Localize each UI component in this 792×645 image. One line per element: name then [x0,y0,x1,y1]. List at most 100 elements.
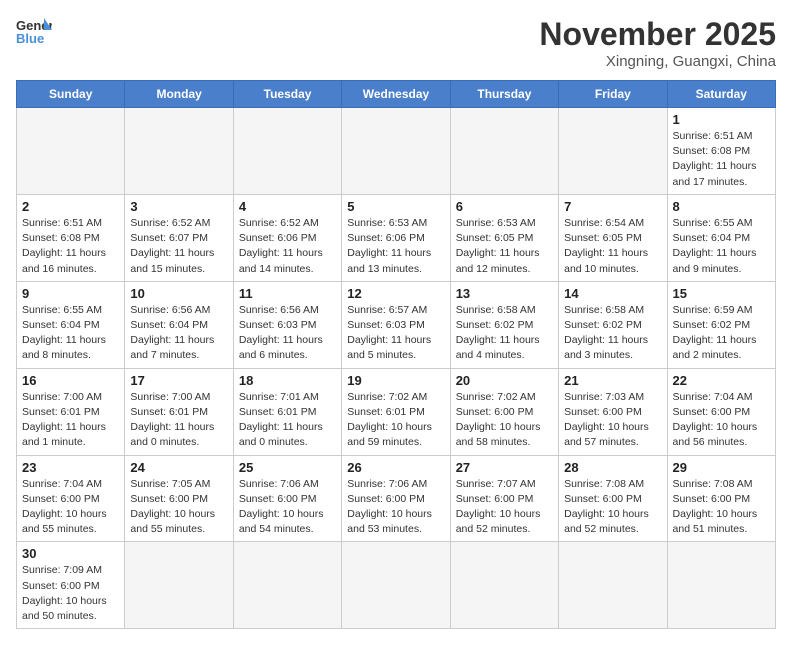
day-number: 8 [673,199,770,214]
day-number: 3 [130,199,227,214]
calendar-cell: 30Sunrise: 7:09 AM Sunset: 6:00 PM Dayli… [17,542,125,629]
weekday-header-friday: Friday [559,81,667,108]
calendar-cell [559,108,667,195]
calendar-cell: 12Sunrise: 6:57 AM Sunset: 6:03 PM Dayli… [342,281,450,368]
sun-info: Sunrise: 6:57 AM Sunset: 6:03 PM Dayligh… [347,303,444,364]
calendar-cell: 5Sunrise: 6:53 AM Sunset: 6:06 PM Daylig… [342,194,450,281]
calendar-cell [17,108,125,195]
location-subtitle: Xingning, Guangxi, China [539,53,776,70]
calendar-week-5: 23Sunrise: 7:04 AM Sunset: 6:00 PM Dayli… [17,455,776,542]
day-number: 9 [22,286,119,301]
calendar-cell [233,108,341,195]
day-number: 18 [239,373,336,388]
weekday-header-monday: Monday [125,81,233,108]
calendar-cell [342,108,450,195]
sun-info: Sunrise: 6:51 AM Sunset: 6:08 PM Dayligh… [22,216,119,277]
day-number: 26 [347,460,444,475]
calendar-cell: 29Sunrise: 7:08 AM Sunset: 6:00 PM Dayli… [667,455,775,542]
calendar-week-3: 9 Sunrise: 6:55 AM Sunset: 6:04 PM Daylig… [17,281,776,368]
day-number: 23 [22,460,119,475]
sun-info: Sunrise: 7:00 AM Sunset: 6:01 PM Dayligh… [22,390,119,451]
calendar-cell: 19 Sunrise: 7:02 AM Sunset: 6:01 PM Dayli… [342,368,450,455]
weekday-header-wednesday: Wednesday [342,81,450,108]
calendar-cell: 23Sunrise: 7:04 AM Sunset: 6:00 PM Dayli… [17,455,125,542]
sun-info: Sunrise: 6:52 AM Sunset: 6:06 PM Dayligh… [239,216,336,277]
calendar-cell: 7Sunrise: 6:54 AM Sunset: 6:05 PM Daylig… [559,194,667,281]
sun-info: Sunrise: 7:06 AM Sunset: 6:00 PM Dayligh… [347,477,444,538]
calendar-cell: 3 Sunrise: 6:52 AM Sunset: 6:07 PM Daylig… [125,194,233,281]
sun-info: Sunrise: 7:02 AM Sunset: 6:01 PM Dayligh… [347,390,444,451]
calendar-cell [559,542,667,629]
calendar-table: SundayMondayTuesdayWednesdayThursdayFrid… [16,80,776,629]
calendar-cell: 6Sunrise: 6:53 AM Sunset: 6:05 PM Daylig… [450,194,558,281]
day-number: 16 [22,373,119,388]
sun-info: Sunrise: 6:55 AM Sunset: 6:04 PM Dayligh… [22,303,119,364]
sun-info: Sunrise: 6:52 AM Sunset: 6:07 PM Dayligh… [130,216,227,277]
weekday-header-sunday: Sunday [17,81,125,108]
sun-info: Sunrise: 6:59 AM Sunset: 6:02 PM Dayligh… [673,303,770,364]
sun-info: Sunrise: 7:01 AM Sunset: 6:01 PM Dayligh… [239,390,336,451]
calendar-cell: 8 Sunrise: 6:55 AM Sunset: 6:04 PM Daylig… [667,194,775,281]
calendar-cell [450,108,558,195]
day-number: 25 [239,460,336,475]
day-number: 15 [673,286,770,301]
sun-info: Sunrise: 6:58 AM Sunset: 6:02 PM Dayligh… [564,303,661,364]
calendar-cell: 26 Sunrise: 7:06 AM Sunset: 6:00 PM Dayli… [342,455,450,542]
weekday-header-tuesday: Tuesday [233,81,341,108]
sun-info: Sunrise: 7:06 AM Sunset: 6:00 PM Dayligh… [239,477,336,538]
sun-info: Sunrise: 7:00 AM Sunset: 6:01 PM Dayligh… [130,390,227,451]
calendar-week-6: 30Sunrise: 7:09 AM Sunset: 6:00 PM Dayli… [17,542,776,629]
page-header: General Blue November 2025 Xingning, Gua… [16,16,776,70]
sun-info: Sunrise: 7:03 AM Sunset: 6:00 PM Dayligh… [564,390,661,451]
calendar-cell: 21Sunrise: 7:03 AM Sunset: 6:00 PM Dayli… [559,368,667,455]
calendar-cell: 24Sunrise: 7:05 AM Sunset: 6:00 PM Dayli… [125,455,233,542]
svg-text:Blue: Blue [16,31,44,46]
sun-info: Sunrise: 7:02 AM Sunset: 6:00 PM Dayligh… [456,390,553,451]
title-block: November 2025 Xingning, Guangxi, China [539,16,776,70]
day-number: 28 [564,460,661,475]
calendar-cell [233,542,341,629]
calendar-cell: 13 Sunrise: 6:58 AM Sunset: 6:02 PM Dayli… [450,281,558,368]
day-number: 11 [239,286,336,301]
calendar-cell [342,542,450,629]
day-number: 4 [239,199,336,214]
day-number: 10 [130,286,227,301]
calendar-cell: 28 Sunrise: 7:08 AM Sunset: 6:00 PM Dayli… [559,455,667,542]
calendar-cell: 15 Sunrise: 6:59 AM Sunset: 6:02 PM Dayli… [667,281,775,368]
logo: General Blue [16,16,52,46]
calendar-cell [125,108,233,195]
day-number: 7 [564,199,661,214]
weekday-header-thursday: Thursday [450,81,558,108]
calendar-cell: 1Sunrise: 6:51 AM Sunset: 6:08 PM Daylig… [667,108,775,195]
day-number: 19 [347,373,444,388]
calendar-cell: 14 Sunrise: 6:58 AM Sunset: 6:02 PM Dayli… [559,281,667,368]
day-number: 13 [456,286,553,301]
sun-info: Sunrise: 7:05 AM Sunset: 6:00 PM Dayligh… [130,477,227,538]
day-number: 17 [130,373,227,388]
day-number: 20 [456,373,553,388]
calendar-cell: 17 Sunrise: 7:00 AM Sunset: 6:01 PM Dayli… [125,368,233,455]
sun-info: Sunrise: 6:56 AM Sunset: 6:04 PM Dayligh… [130,303,227,364]
logo-icon: General Blue [16,16,52,46]
sun-info: Sunrise: 6:56 AM Sunset: 6:03 PM Dayligh… [239,303,336,364]
calendar-week-2: 2 Sunrise: 6:51 AM Sunset: 6:08 PM Daylig… [17,194,776,281]
sun-info: Sunrise: 7:08 AM Sunset: 6:00 PM Dayligh… [673,477,770,538]
sun-info: Sunrise: 6:55 AM Sunset: 6:04 PM Dayligh… [673,216,770,277]
sun-info: Sunrise: 7:07 AM Sunset: 6:00 PM Dayligh… [456,477,553,538]
day-number: 1 [673,112,770,127]
day-number: 27 [456,460,553,475]
calendar-cell: 20 Sunrise: 7:02 AM Sunset: 6:00 PM Dayli… [450,368,558,455]
calendar-cell [667,542,775,629]
sun-info: Sunrise: 6:58 AM Sunset: 6:02 PM Dayligh… [456,303,553,364]
calendar-cell: 16 Sunrise: 7:00 AM Sunset: 6:01 PM Dayli… [17,368,125,455]
calendar-cell: 27 Sunrise: 7:07 AM Sunset: 6:00 PM Dayli… [450,455,558,542]
sun-info: Sunrise: 7:08 AM Sunset: 6:00 PM Dayligh… [564,477,661,538]
day-number: 2 [22,199,119,214]
calendar-cell: 22Sunrise: 7:04 AM Sunset: 6:00 PM Dayli… [667,368,775,455]
day-number: 14 [564,286,661,301]
calendar-cell: 2 Sunrise: 6:51 AM Sunset: 6:08 PM Daylig… [17,194,125,281]
calendar-week-1: 1Sunrise: 6:51 AM Sunset: 6:08 PM Daylig… [17,108,776,195]
sun-info: Sunrise: 7:09 AM Sunset: 6:00 PM Dayligh… [22,563,119,624]
calendar-cell: 25 Sunrise: 7:06 AM Sunset: 6:00 PM Dayli… [233,455,341,542]
calendar-cell: 4 Sunrise: 6:52 AM Sunset: 6:06 PM Daylig… [233,194,341,281]
